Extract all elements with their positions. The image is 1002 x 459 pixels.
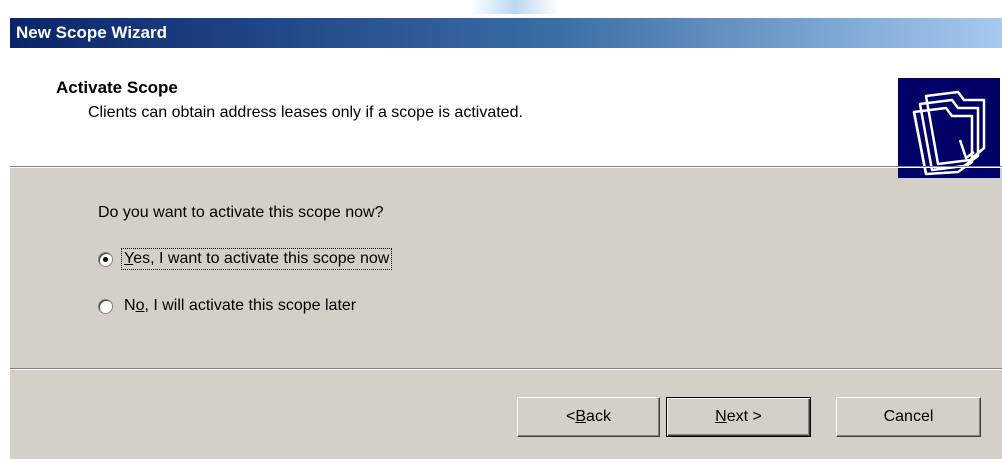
wizard-header: Activate Scope Clients can obtain addres… bbox=[10, 48, 1002, 178]
radio-activate-now[interactable] bbox=[98, 251, 113, 267]
watermark-decoration bbox=[470, 0, 560, 14]
wizard-window: New Scope Wizard Activate Scope Clients … bbox=[9, 18, 1002, 459]
question-label: Do you want to activate this scope now? bbox=[98, 204, 384, 221]
activate-later-option[interactable]: No, I will activate this scope later bbox=[98, 294, 358, 318]
folders-icon bbox=[898, 78, 1000, 178]
back-button[interactable]: < Back bbox=[517, 397, 660, 437]
footer-separator bbox=[10, 368, 1002, 370]
activate-now-option[interactable]: Yes, I want to activate this scope now bbox=[98, 247, 393, 271]
next-button[interactable]: Next > bbox=[666, 397, 811, 437]
cancel-button[interactable]: Cancel bbox=[836, 397, 981, 437]
header-separator bbox=[10, 166, 1002, 168]
activate-now-label[interactable]: Yes, I want to activate this scope now bbox=[120, 248, 393, 270]
activate-later-label[interactable]: No, I will activate this scope later bbox=[122, 296, 358, 316]
page-title: Activate Scope bbox=[56, 78, 178, 97]
title-bar[interactable]: New Scope Wizard bbox=[10, 18, 1002, 48]
radio-activate-later[interactable] bbox=[98, 298, 113, 314]
window-title: New Scope Wizard bbox=[16, 23, 167, 42]
page-subtitle: Clients can obtain address leases only i… bbox=[88, 104, 523, 121]
